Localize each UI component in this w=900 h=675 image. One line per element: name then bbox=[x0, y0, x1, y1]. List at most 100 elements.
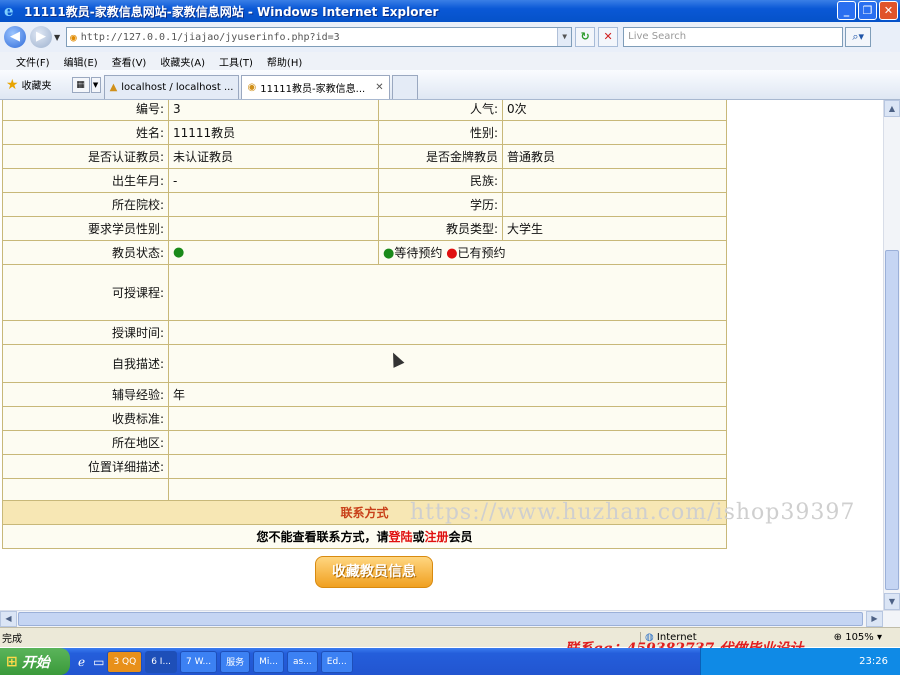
field-value bbox=[168, 406, 727, 431]
forward-button[interactable]: ▶ bbox=[30, 26, 52, 48]
start-button[interactable]: ⊞ 开始 bbox=[0, 648, 70, 675]
quicklaunch-ie-icon[interactable]: ℯ bbox=[78, 655, 85, 669]
field-label: 是否金牌教员 bbox=[378, 144, 503, 169]
favorite-teacher-button[interactable]: 收藏教员信息 bbox=[315, 556, 433, 588]
register-link[interactable]: 注册 bbox=[425, 530, 449, 544]
status-dot-icon: ● bbox=[173, 245, 185, 260]
menu-tools[interactable]: 工具(T) bbox=[219, 54, 253, 69]
login-link[interactable]: 登陆 bbox=[388, 530, 412, 544]
url-dropdown-icon[interactable]: ▼ bbox=[557, 28, 572, 46]
field-label: 收费标准: bbox=[2, 406, 169, 431]
window-controls: _ ❐ ✕ bbox=[837, 1, 898, 20]
field-value: 大学生 bbox=[502, 216, 727, 241]
field-label: 位置详细描述: bbox=[2, 454, 169, 479]
field-value bbox=[502, 168, 727, 193]
tab-label: localhost / localhost ... bbox=[121, 81, 234, 93]
field-label: 要求学员性别: bbox=[2, 216, 169, 241]
back-button[interactable]: ◀ bbox=[4, 26, 26, 48]
table-row: 所在院校: 学历: bbox=[2, 192, 727, 217]
table-row: 所在地区: bbox=[2, 430, 727, 455]
field-label: 民族: bbox=[378, 168, 503, 193]
url-input[interactable]: ◉ http://127.0.0.1/jiajao/jyuserinfo.php… bbox=[66, 27, 573, 47]
tab-localhost[interactable]: ▲ localhost / localhost ... bbox=[103, 74, 240, 99]
zoom-value: 105% bbox=[845, 632, 874, 643]
search-button[interactable]: ⌕▾ bbox=[845, 27, 872, 47]
table-row: 辅导经验: 年 bbox=[2, 382, 727, 407]
scroll-up-icon[interactable]: ▲ bbox=[884, 100, 900, 117]
teacher-info-table: 编号: 3 人气: 0次 姓名: 11111教员 性别: 是否认证教员: 未认证… bbox=[2, 100, 727, 503]
task-explorer[interactable]: 7 W... bbox=[180, 650, 218, 673]
table-row: 姓名: 11111教员 性别: bbox=[2, 120, 727, 145]
field-value: 0次 bbox=[502, 100, 727, 121]
maximize-button[interactable]: ❐ bbox=[858, 1, 877, 20]
taskbar: ⊞ 开始 ℯ ▭ 3 QQ 6 I... 7 W... 服务 Mi... as..… bbox=[0, 648, 900, 675]
table-row: 您不能查看联系方式，请登陆或注册会员 bbox=[2, 524, 727, 549]
zoom-level[interactable]: ⊕ 105% ▾ bbox=[834, 632, 882, 643]
field-label: 所在院校: bbox=[2, 192, 169, 217]
field-value: 3 bbox=[168, 100, 379, 121]
page-content: 编号: 3 人气: 0次 姓名: 11111教员 性别: 是否认证教员: 未认证… bbox=[0, 100, 883, 610]
field-label: 学历: bbox=[378, 192, 503, 217]
scroll-thumb[interactable] bbox=[18, 612, 863, 626]
menu-edit[interactable]: 编辑(E) bbox=[64, 54, 98, 69]
tab-list-dropdown-icon[interactable]: ▼ bbox=[90, 76, 101, 93]
scroll-right-icon[interactable]: ▶ bbox=[866, 611, 883, 627]
table-row: 位置详细描述: bbox=[2, 454, 727, 479]
empty-cell bbox=[2, 478, 169, 503]
table-row: 自我描述: bbox=[2, 344, 727, 383]
field-label: 教员状态: bbox=[2, 240, 169, 265]
tab-teacher-info[interactable]: ◉ 11111教员-家教信息... ✕ bbox=[241, 74, 390, 99]
window-title: 11111教员-家教信息网站-家教信息网站 - Windows Internet… bbox=[24, 4, 439, 19]
favorites-star-icon[interactable]: ★ bbox=[6, 77, 19, 93]
url-text: http://127.0.0.1/jiajao/jyuserinfo.php?i… bbox=[80, 31, 340, 43]
field-label: 编号: bbox=[2, 100, 169, 121]
horizontal-scrollbar[interactable]: ◀ ▶ bbox=[0, 610, 900, 627]
field-value: - bbox=[168, 168, 379, 193]
search-placeholder: Live Search bbox=[628, 31, 687, 42]
waiting-dot-icon: ● bbox=[383, 246, 395, 261]
message-or: 或 bbox=[412, 530, 425, 544]
history-dropdown-icon[interactable]: ▼ bbox=[54, 33, 60, 42]
field-value bbox=[168, 216, 379, 241]
task-ed[interactable]: Ed... bbox=[320, 650, 353, 673]
address-bar: ◀ ▶ ▼ ◉ http://127.0.0.1/jiajao/jyuserin… bbox=[0, 22, 900, 52]
table-row: 要求学员性别: 教员类型: 大学生 bbox=[2, 216, 727, 241]
stop-button[interactable]: ✕ bbox=[598, 27, 619, 47]
menu-help[interactable]: 帮助(H) bbox=[267, 54, 302, 69]
pma-icon: ▲ bbox=[109, 81, 118, 93]
table-row: 教员状态: ● ●等待预约 ●已有预约 bbox=[2, 240, 727, 265]
task-mi[interactable]: Mi... bbox=[253, 650, 284, 673]
menu-favorites[interactable]: 收藏夹(A) bbox=[160, 54, 205, 69]
field-label: 是否认证教员: bbox=[2, 144, 169, 169]
menu-bar: 文件(F) 编辑(E) 查看(V) 收藏夹(A) 工具(T) 帮助(H) bbox=[0, 52, 900, 70]
clock: 23:26 bbox=[859, 656, 888, 667]
favorites-bar: ★ 收藏夹 ▦ ▼ ▲ localhost / localhost ... ◉ … bbox=[0, 70, 900, 100]
scroll-thumb[interactable] bbox=[885, 250, 899, 590]
task-qq[interactable]: 3 QQ bbox=[107, 650, 143, 673]
table-row: 是否认证教员: 未认证教员 是否金牌教员 普通教员 bbox=[2, 144, 727, 169]
field-label: 所在地区: bbox=[2, 430, 169, 455]
field-value bbox=[502, 192, 727, 217]
task-ie[interactable]: 6 I... bbox=[145, 650, 178, 673]
quick-tabs-icon[interactable]: ▦ bbox=[71, 76, 90, 93]
menu-view[interactable]: 查看(V) bbox=[112, 54, 147, 69]
favorites-button[interactable]: 收藏夹 bbox=[22, 77, 52, 92]
task-as[interactable]: as... bbox=[286, 650, 318, 673]
vertical-scrollbar[interactable]: ▲ ▼ bbox=[883, 100, 900, 610]
search-input[interactable]: Live Search bbox=[623, 27, 844, 47]
table-row bbox=[2, 478, 727, 503]
legend-waiting: 等待预约 bbox=[394, 246, 443, 260]
scroll-left-icon[interactable]: ◀ bbox=[0, 611, 17, 627]
window-titlebar: e 11111教员-家教信息网站-家教信息网站 - Windows Intern… bbox=[0, 0, 900, 22]
new-tab-button[interactable] bbox=[391, 74, 418, 99]
tab-close-icon[interactable]: ✕ bbox=[375, 82, 383, 93]
field-value bbox=[502, 120, 727, 145]
close-button[interactable]: ✕ bbox=[879, 1, 898, 20]
task-services[interactable]: 服务 bbox=[220, 650, 251, 673]
scroll-down-icon[interactable]: ▼ bbox=[884, 593, 900, 610]
menu-file[interactable]: 文件(F) bbox=[16, 54, 50, 69]
refresh-button[interactable]: ↻ bbox=[575, 27, 596, 47]
booked-dot-icon: ● bbox=[446, 246, 458, 261]
quicklaunch-folder-icon[interactable]: ▭ bbox=[93, 655, 104, 669]
minimize-button[interactable]: _ bbox=[837, 1, 856, 20]
